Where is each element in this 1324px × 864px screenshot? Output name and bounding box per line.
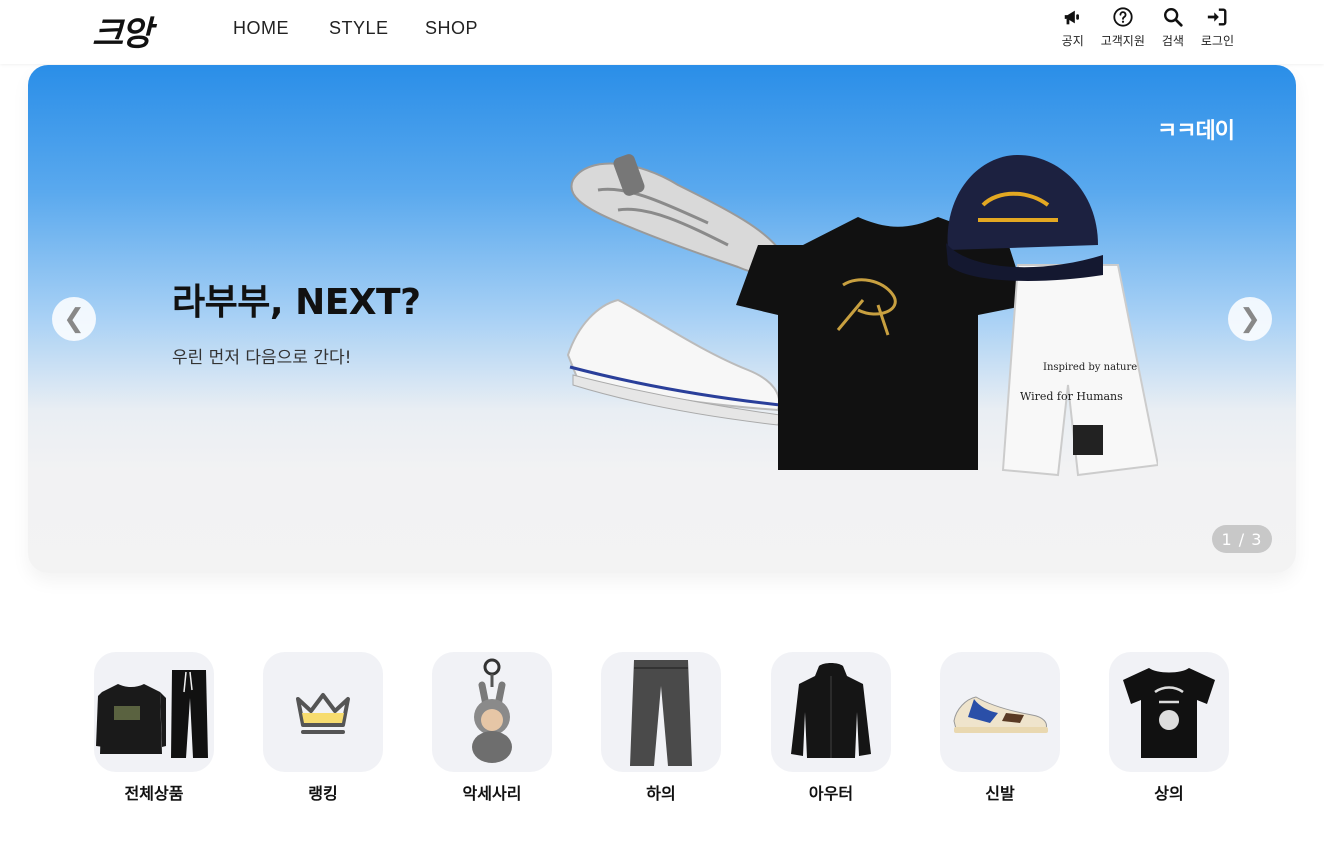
hero-banner[interactable]: ㅋㅋ데이 라부부, NEXT? 우린 먼저 다음으로 간다! Inspired … xyxy=(28,65,1296,573)
login-button[interactable]: 로그인 xyxy=(1201,6,1234,49)
category-all-label: 전체상품 xyxy=(124,784,184,803)
category-ranking-label: 랭킹 xyxy=(308,784,338,803)
clog-shoe-image xyxy=(570,154,786,276)
search-icon xyxy=(1163,8,1183,27)
category-shoes-thumb xyxy=(940,652,1060,772)
banner-subtitle: 우린 먼저 다음으로 간다! xyxy=(172,348,352,368)
nav-shop[interactable]: SHOP xyxy=(425,18,478,39)
sweatsuit-icon xyxy=(96,670,208,758)
support-button[interactable]: 고객지원 xyxy=(1101,6,1145,49)
notice-button[interactable]: 공지 xyxy=(1059,6,1087,49)
category-shoes[interactable]: 신발 xyxy=(940,652,1060,804)
category-bottoms[interactable]: 하의 xyxy=(601,652,721,804)
category-outer-thumb xyxy=(771,652,891,772)
svg-text:Inspired by nature: Inspired by nature xyxy=(1043,362,1137,373)
category-all-thumb xyxy=(94,652,214,772)
category-tops-thumb xyxy=(1109,652,1229,772)
category-bottoms-label: 하의 xyxy=(646,784,676,803)
shorts-image: Inspired by nature Wired for Humans xyxy=(1001,264,1158,477)
category-outer[interactable]: 아우터 xyxy=(771,652,891,804)
sneaker-image xyxy=(566,298,781,426)
pants-icon xyxy=(630,660,692,766)
megaphone-icon xyxy=(1064,10,1079,25)
category-all[interactable]: 전체상품 xyxy=(94,652,214,804)
banner-title: 라부부, NEXT? xyxy=(172,282,421,323)
category-outer-label: 아우터 xyxy=(808,784,854,803)
nav-style[interactable]: STYLE xyxy=(329,18,389,39)
utility-menu: 공지 고객지원 검색 로그인 xyxy=(1059,6,1234,49)
tshirt-icon xyxy=(1123,668,1215,758)
question-icon xyxy=(1113,7,1133,27)
notice-label: 공지 xyxy=(1061,34,1084,48)
keychain-doll-icon xyxy=(472,658,512,763)
svg-text:Wired for Humans: Wired for Humans xyxy=(1020,390,1123,403)
search-label: 검색 xyxy=(1161,34,1184,48)
banner-product-image: Inspired by nature Wired for Humans xyxy=(566,154,1158,477)
banner-prev-button[interactable]: ❮ xyxy=(52,297,96,341)
category-ranking[interactable]: 랭킹 xyxy=(263,652,383,804)
banner-brand-logo: ㅋㅋ데이 xyxy=(1157,119,1235,144)
crown-icon xyxy=(296,693,350,734)
cap-image xyxy=(946,155,1103,281)
category-menu: 전체상품 랭킹 악세사리 하의 아우터 신발 상의 xyxy=(94,652,1230,812)
site-logo[interactable]: 크앙 xyxy=(92,6,153,55)
category-shoes-label: 신발 xyxy=(985,784,1015,803)
tshirt-image xyxy=(736,217,1028,470)
banner-page-indicator: 1 / 3 xyxy=(1212,525,1272,553)
top-header: 크앙 HOME STYLE SHOP 공지 고객지원 검색 로그인 xyxy=(0,0,1324,64)
search-button[interactable]: 검색 xyxy=(1159,6,1187,49)
nav-home[interactable]: HOME xyxy=(233,18,289,39)
category-accessory[interactable]: 악세사리 xyxy=(432,652,552,804)
category-ranking-thumb xyxy=(263,652,383,772)
sneaker-icon xyxy=(953,696,1048,733)
login-label: 로그인 xyxy=(1200,34,1234,48)
login-icon xyxy=(1208,8,1227,26)
banner-next-button[interactable]: ❯ xyxy=(1228,297,1272,341)
category-tops[interactable]: 상의 xyxy=(1109,652,1229,804)
category-bottoms-thumb xyxy=(601,652,721,772)
category-tops-label: 상의 xyxy=(1154,784,1184,803)
jacket-icon xyxy=(791,663,871,758)
category-accessory-thumb xyxy=(432,652,552,772)
category-accessory-label: 악세사리 xyxy=(462,784,522,803)
support-label: 고객지원 xyxy=(1100,34,1145,48)
